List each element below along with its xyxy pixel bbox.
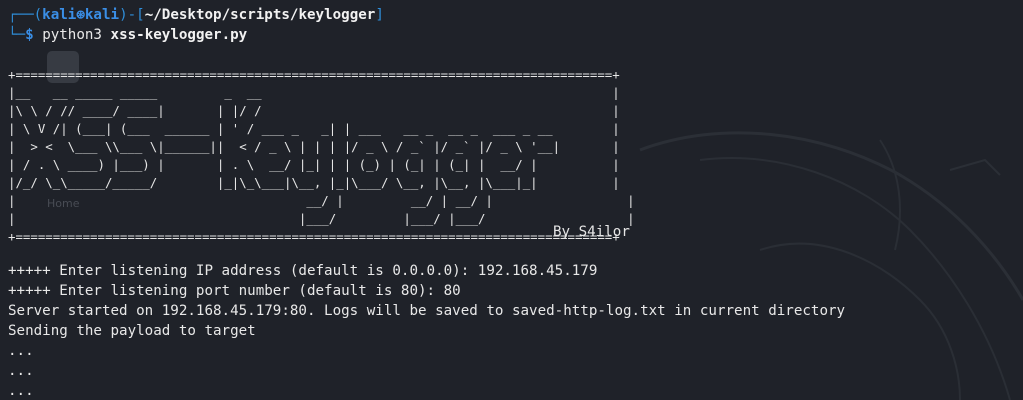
ascii-banner: +=======================================…	[8, 66, 635, 246]
command-argument: xss-keylogger.py	[110, 27, 248, 43]
banner-line: +=======================================…	[8, 67, 620, 82]
command-name: python3	[42, 27, 102, 43]
prompt-corner-top: ┌──	[8, 7, 34, 23]
output-line: ...	[8, 383, 34, 399]
banner-line: |\ \ / // ____/ ____| | |/ / |	[8, 103, 620, 118]
banner-line: +=======================================…	[8, 229, 620, 244]
prompt-host: kali	[84, 7, 120, 23]
prompt-dollar: $	[25, 27, 34, 43]
output-line: Server started on 192.168.45.179:80. Log…	[8, 303, 846, 319]
output-line: Sending the payload to target	[8, 323, 256, 339]
output-line: +++++ Enter listening IP address (defaul…	[8, 263, 598, 279]
output-line: ...	[8, 343, 34, 359]
output-line: +++++ Enter listening port number (defau…	[8, 283, 461, 299]
prompt-line: ┌──(kali⊛kali)-[~/Desktop/scripts/keylog…	[8, 7, 384, 23]
kali-at-icon: ⊛	[76, 7, 85, 23]
banner-line: | \ V /| (___| (___ ______ | ' / ___ _ _…	[8, 121, 620, 136]
prompt-corner-bottom: └─	[8, 27, 26, 43]
prompt-user: kali	[42, 7, 77, 23]
banner-line: | |___/ |___/ |___/ |	[8, 211, 635, 226]
banner-line: |__ __ _____ _____ _ __ |	[8, 85, 620, 100]
command-line: └─$ python3 xss-keylogger.py	[8, 26, 247, 45]
output-line: ...	[8, 363, 34, 379]
banner-line: | > < \___ \\___ \|______|| < / _ \ | | …	[8, 139, 620, 154]
banner-line: | __/ | __/ | __/ | |	[8, 193, 635, 208]
banner-line: |/_/ \_\_____/_____/ |_|\_\___|\__, |_|\…	[8, 175, 620, 190]
terminal-window[interactable]: Home ┌──(kali⊛kali)-[~/Desktop/scripts/k…	[0, 0, 1023, 400]
prompt-path: ~/Desktop/scripts/keylogger	[144, 7, 376, 23]
banner-author: By S4ilor	[553, 224, 630, 240]
banner-line: | / . \ ____) |___) | | . \ __/ |_| | | …	[8, 157, 620, 172]
